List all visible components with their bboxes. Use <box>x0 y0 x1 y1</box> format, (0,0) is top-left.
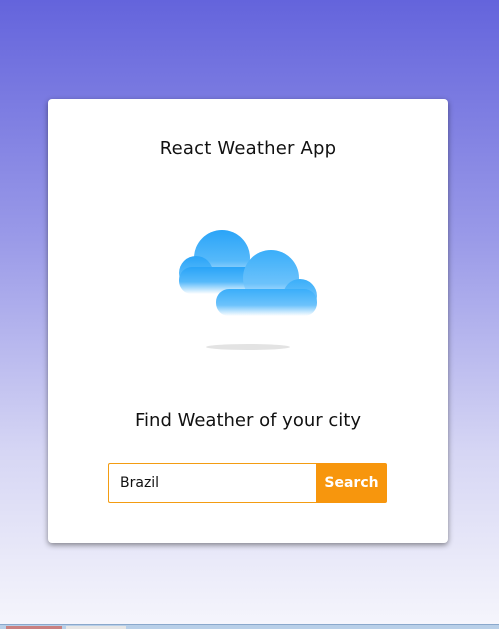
taskbar <box>0 624 499 629</box>
city-input[interactable] <box>108 463 316 503</box>
search-button[interactable]: Search <box>316 463 387 503</box>
weather-card: React Weather App Find Weather of your c… <box>48 99 448 543</box>
cloudy-weather-icon <box>179 230 317 350</box>
search-heading: Find Weather of your city <box>135 410 361 431</box>
search-form: Search <box>108 463 387 503</box>
app-title: React Weather App <box>159 138 337 159</box>
cloud-shadow <box>206 344 290 350</box>
